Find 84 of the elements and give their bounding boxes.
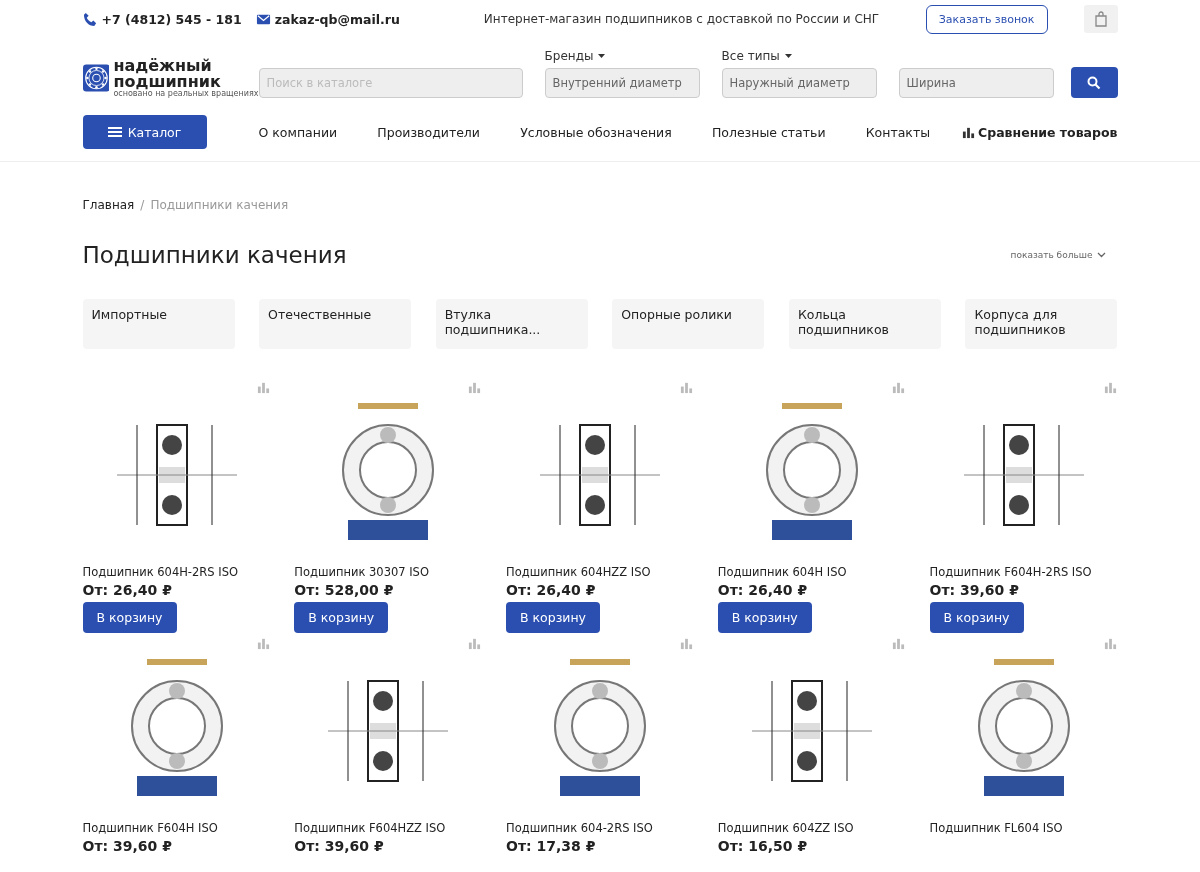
compare-button[interactable] [467, 381, 483, 396]
compare-button[interactable] [1102, 637, 1118, 652]
tagline: Интернет-магазин подшипников с доставкой по России и СНГ [483, 12, 881, 26]
current-page-label: Подшипники качения [150, 198, 289, 212]
compare-button[interactable] [255, 637, 271, 652]
chart-icon [256, 637, 270, 650]
product-name[interactable]: Подшипник F604HZZ ISO [294, 821, 446, 835]
menu-icon[interactable] [107, 126, 122, 138]
product-name[interactable]: Подшипник 604HZZ ISO [506, 565, 651, 579]
dropdown-label[interactable]: Все типы [721, 49, 780, 63]
nav-link[interactable]: О компании [258, 124, 338, 140]
filter-field[interactable]: Внутренний диаметр [544, 68, 700, 98]
product-name[interactable]: Подшипник FL604 ISO [929, 821, 1063, 835]
add-to-cart-button[interactable]: В корзину [294, 602, 389, 633]
product-name[interactable]: Подшипник 604-2RS ISO [506, 821, 653, 835]
chart-icon [1103, 637, 1117, 650]
logo-slogan: основано на реальных вращениях [113, 90, 259, 98]
compare-button[interactable] [679, 637, 694, 652]
chart-icon [680, 637, 693, 650]
search-icon[interactable] [1087, 75, 1102, 90]
category-tile[interactable]: Кольца подшипников [788, 299, 941, 349]
category-tile[interactable]: Корпуса для подшипников [965, 299, 1118, 349]
category-tile[interactable]: Импортные [82, 299, 235, 349]
breadcrumb-separator: / [140, 198, 145, 212]
compare-link[interactable]: Сравнение товаров [962, 124, 1118, 140]
chart-icon [468, 381, 482, 394]
product-name[interactable]: Подшипник 604ZZ ISO [717, 821, 854, 835]
product-price: От: 39,60 ₽ [929, 582, 1019, 598]
product-price: От: 39,60 ₽ [82, 838, 172, 854]
catalog-button[interactable]: Каталог [82, 115, 207, 149]
product-price: От: 17,38 ₽ [506, 838, 596, 854]
chart-icon [468, 637, 482, 650]
category-tile[interactable]: Втулка подшипника... [435, 299, 588, 349]
phone-icon [82, 11, 98, 27]
callback-button[interactable]: Заказать звонок [925, 4, 1048, 34]
page-title: Подшипники качения [82, 242, 347, 268]
logo-text: подшипник [113, 74, 222, 90]
caret-icon[interactable] [784, 54, 792, 58]
product-price: От: 26,40 ₽ [82, 582, 172, 598]
product-name[interactable]: Подшипник F604H-2RS ISO [929, 565, 1092, 579]
filter-field[interactable]: Наружный диаметр [721, 68, 877, 98]
product-price: От: 528,00 ₽ [294, 582, 394, 598]
compare-button[interactable] [679, 381, 694, 396]
chart-icon [891, 637, 905, 650]
caret-icon[interactable] [598, 54, 606, 58]
cart-button[interactable] [1083, 5, 1118, 33]
product-name[interactable]: Подшипник 30307 ISO [294, 565, 429, 579]
product-price: От: 26,40 ₽ [717, 582, 808, 598]
logo-text: надёжный [113, 58, 213, 74]
chart-icon [256, 381, 270, 394]
phone-number[interactable]: +7 (4812) 545 - 181 [101, 11, 242, 27]
dropdown-label[interactable]: Бренды [544, 49, 594, 63]
shopping-bag-icon[interactable] [1093, 11, 1108, 27]
nav-link[interactable]: Полезные статьи [711, 124, 826, 140]
product-price: От: 39,60 ₽ [294, 838, 384, 854]
add-to-cart-button[interactable]: В корзину [82, 602, 177, 633]
breadcrumb[interactable]: Главная [82, 198, 135, 212]
compare-button[interactable] [890, 381, 906, 396]
search-button[interactable] [1070, 67, 1118, 98]
chart-icon [891, 381, 905, 394]
chevron-down-icon[interactable] [1096, 252, 1106, 258]
nav-link[interactable]: Условные обозначения [520, 124, 672, 140]
product-name[interactable]: Подшипник F604H ISO [82, 821, 218, 835]
filter-field[interactable]: Ширина [898, 68, 1054, 98]
add-to-cart-button[interactable]: В корзину [506, 602, 601, 633]
compare-button[interactable] [890, 637, 906, 652]
show-more-link[interactable]: показать больше [1010, 250, 1106, 260]
chart-icon [680, 381, 693, 394]
email-link[interactable]: zakaz-qb@mail.ru [274, 11, 400, 27]
compare-button[interactable] [1102, 381, 1118, 396]
product-name[interactable]: Подшипник 604H ISO [717, 565, 847, 579]
category-tile[interactable]: Отечественные [259, 299, 412, 349]
add-to-cart-button[interactable]: В корзину [717, 602, 812, 633]
nav-link[interactable]: Производители [377, 124, 480, 140]
product-price: От: 16,50 ₽ [717, 838, 808, 854]
compare-button[interactable] [467, 637, 483, 652]
product-name[interactable]: Подшипник 604H-2RS ISO [82, 565, 238, 579]
compare-button[interactable] [255, 381, 271, 396]
add-to-cart-button[interactable]: В корзину [929, 602, 1024, 633]
category-tile[interactable]: Опорные ролики [612, 299, 765, 349]
chart-icon[interactable] [962, 125, 976, 139]
nav-link[interactable]: Контакты [865, 124, 931, 140]
chart-icon [1103, 381, 1117, 394]
product-price: От: 26,40 ₽ [506, 582, 596, 598]
